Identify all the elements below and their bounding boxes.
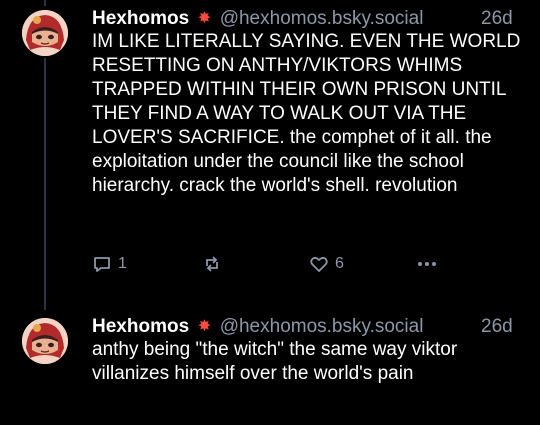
post-actions: 1 6 bbox=[92, 254, 436, 280]
sparkle-emoji-icon: ✸ bbox=[197, 318, 212, 335]
author-handle[interactable]: @hexhomos.bsky.social bbox=[220, 8, 424, 29]
author-name[interactable]: Hexhomos bbox=[92, 316, 189, 337]
more-dots-icon bbox=[418, 262, 436, 266]
post-header: Hexhomos ✸ @hexhomos.bsky.social 26d bbox=[92, 8, 513, 30]
avatar-image bbox=[22, 10, 68, 56]
post[interactable]: Hexhomos ✸ @hexhomos.bsky.social 26d ant… bbox=[0, 308, 540, 425]
post-text: IM LIKE LITERALLY SAYING. EVEN THE WORLD… bbox=[92, 31, 521, 196]
sparkle-emoji-icon: ✸ bbox=[197, 10, 212, 27]
avatar-image bbox=[22, 318, 68, 364]
post-time[interactable]: 26d bbox=[481, 8, 513, 30]
avatar[interactable] bbox=[22, 10, 68, 56]
like-button[interactable]: 6 bbox=[309, 254, 344, 274]
author-name[interactable]: Hexhomos bbox=[92, 8, 189, 29]
avatar[interactable] bbox=[22, 318, 68, 364]
heart-icon bbox=[310, 256, 328, 272]
post-time[interactable]: 26d bbox=[481, 316, 513, 338]
repost-button[interactable] bbox=[202, 254, 228, 274]
post-header: Hexhomos ✸ @hexhomos.bsky.social 26d bbox=[92, 316, 513, 338]
reply-count: 1 bbox=[118, 255, 127, 272]
like-count: 6 bbox=[335, 255, 344, 272]
author-handle[interactable]: @hexhomos.bsky.social bbox=[220, 316, 424, 337]
post-text: anthy being "the witch" the same way vik… bbox=[92, 339, 458, 384]
reply-icon bbox=[94, 257, 110, 272]
repost-icon bbox=[206, 256, 218, 272]
more-options-button[interactable] bbox=[416, 254, 438, 274]
reply-button[interactable]: 1 bbox=[92, 254, 127, 274]
post[interactable]: Hexhomos ✸ @hexhomos.bsky.social 26d IM … bbox=[0, 0, 540, 300]
